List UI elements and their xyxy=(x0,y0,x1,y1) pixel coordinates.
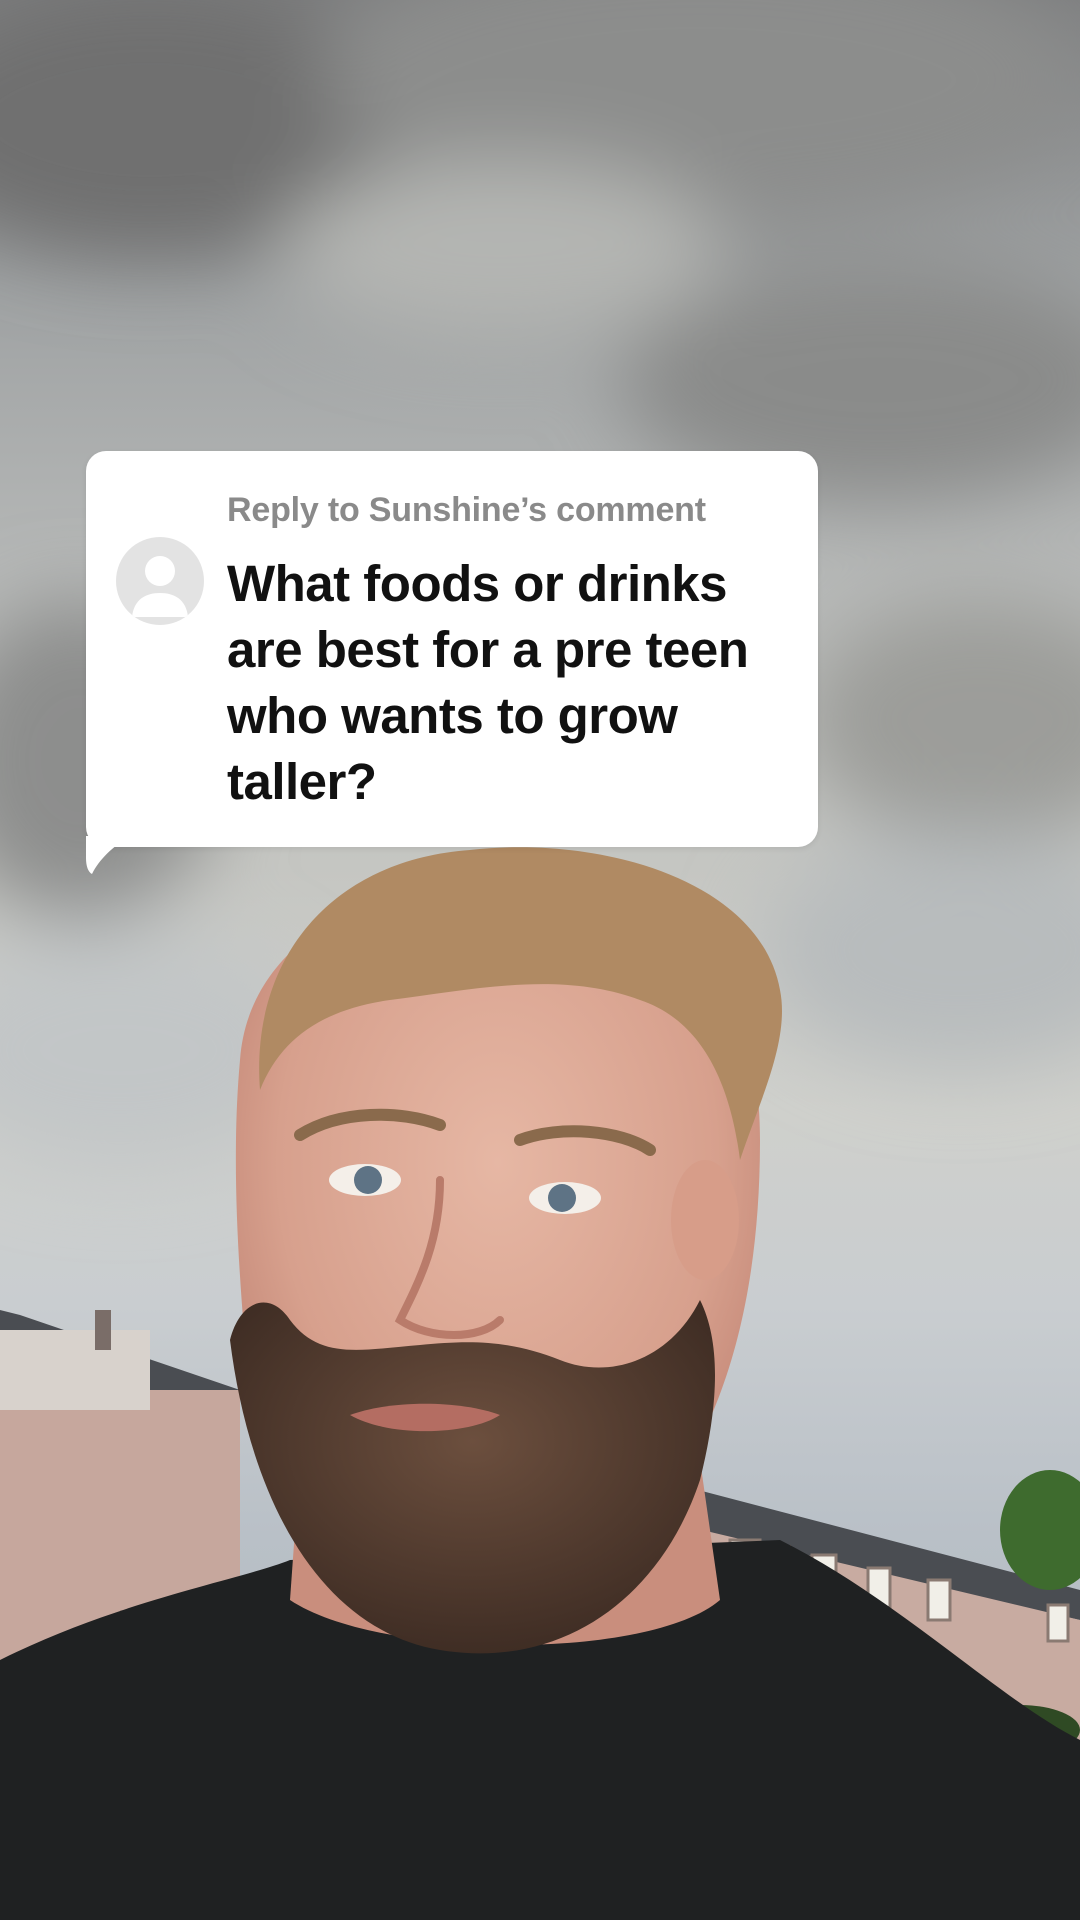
reply-comment-card[interactable]: Reply to Sunshine’s comment What foods o… xyxy=(86,451,818,847)
speech-bubble-tail xyxy=(86,836,130,874)
comment-text: What foods or drinks are best for a pre … xyxy=(227,555,749,810)
reply-header-label: Reply to Sunshine’s comment xyxy=(227,491,706,529)
user-silhouette-icon xyxy=(132,556,188,617)
video-frame[interactable]: Reply to Sunshine’s comment What foods o… xyxy=(0,0,1080,1920)
default-user-avatar-icon[interactable] xyxy=(116,537,204,625)
person-selfie xyxy=(0,847,1080,1920)
